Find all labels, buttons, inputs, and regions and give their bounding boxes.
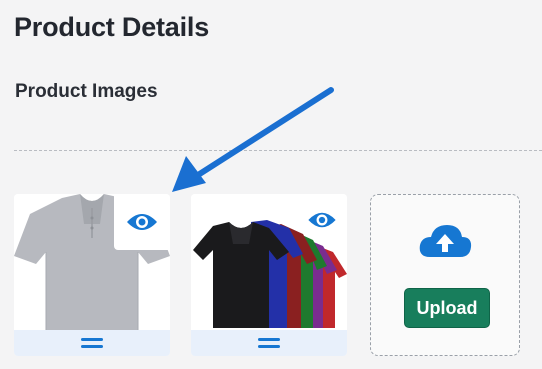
cloud-upload-icon bbox=[419, 225, 472, 257]
upload-dropzone[interactable]: Upload bbox=[370, 194, 520, 356]
upload-button[interactable]: Upload bbox=[404, 288, 490, 328]
product-image-card[interactable] bbox=[191, 194, 347, 356]
drag-handle[interactable] bbox=[14, 330, 170, 356]
drag-handle-icon bbox=[258, 336, 280, 350]
eye-icon bbox=[127, 214, 157, 230]
drag-handle[interactable] bbox=[191, 330, 347, 356]
section-title: Product Images bbox=[15, 81, 158, 102]
section-divider bbox=[14, 150, 542, 151]
drag-handle-icon bbox=[81, 336, 103, 350]
eye-icon bbox=[308, 212, 336, 228]
preview-button[interactable] bbox=[114, 194, 170, 250]
product-image-card[interactable] bbox=[14, 194, 170, 356]
preview-button[interactable] bbox=[297, 194, 347, 246]
page-title: Product Details bbox=[14, 12, 210, 42]
